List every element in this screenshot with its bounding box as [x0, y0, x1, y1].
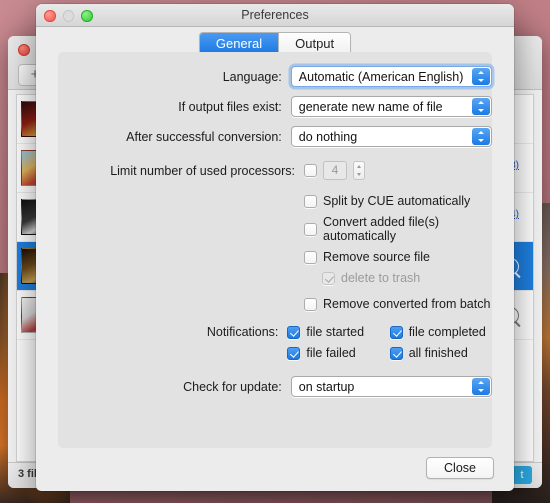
- general-settings-form: Language: Automatic (American English) I…: [58, 52, 492, 397]
- file-started-label: file started: [306, 325, 365, 339]
- language-label: Language:: [222, 69, 282, 84]
- after-successful-conversion-label: After successful conversion:: [126, 129, 282, 144]
- split-by-cue-label: Split by CUE automatically: [323, 194, 471, 208]
- language-select[interactable]: Automatic (American English): [290, 66, 492, 87]
- if-output-files-exist-row: If output files exist: generate new name…: [58, 96, 492, 117]
- preferences-dialog: Preferences General Output Language: Aut…: [36, 4, 514, 491]
- notification-all-finished[interactable]: all finished: [389, 346, 492, 360]
- chevron-updown-icon: [472, 378, 490, 395]
- chevron-updown-icon: [472, 128, 490, 145]
- notification-file-failed[interactable]: file failed: [287, 346, 389, 360]
- limit-processors-label: Limit number of used processors:: [110, 163, 295, 178]
- check-for-update-select[interactable]: on startup: [290, 376, 492, 397]
- option-split-by-cue[interactable]: Split by CUE automatically: [58, 194, 492, 208]
- file-completed-checkbox[interactable]: [389, 325, 403, 339]
- file-failed-checkbox[interactable]: [287, 346, 301, 360]
- after-successful-conversion-select[interactable]: do nothing: [290, 126, 492, 147]
- file-completed-label: file completed: [408, 325, 486, 339]
- option-convert-added-files[interactable]: Convert added file(s) automatically: [58, 215, 492, 243]
- page-title: Preferences: [241, 8, 309, 22]
- notifications-label: Notifications:: [206, 325, 279, 339]
- if-output-files-exist-value: generate new name of file: [298, 100, 443, 114]
- dialog-titlebar: Preferences: [36, 4, 514, 27]
- chevron-updown-icon: [472, 98, 490, 115]
- remove-source-file-checkbox[interactable]: [304, 250, 317, 264]
- notification-file-completed[interactable]: file completed: [389, 325, 492, 339]
- convert-added-files-checkbox[interactable]: [304, 222, 317, 236]
- file-failed-label: file failed: [306, 346, 356, 360]
- processors-count-field[interactable]: 4: [323, 161, 347, 180]
- check-for-update-row: Check for update: on startup: [58, 376, 492, 397]
- if-output-files-exist-label: If output files exist:: [178, 99, 282, 114]
- all-finished-label: all finished: [408, 346, 468, 360]
- screen: + 18) 14) 3 fil t: [0, 0, 550, 503]
- file-count-status: 3 fil: [18, 468, 37, 480]
- all-finished-checkbox[interactable]: [389, 346, 403, 360]
- notifications-row-2: file failed all finished: [58, 346, 492, 360]
- remove-converted-from-batch-label: Remove converted from batch: [323, 297, 491, 311]
- notification-file-started[interactable]: file started: [287, 325, 389, 339]
- check-for-update-value: on startup: [298, 380, 355, 394]
- close-button[interactable]: Close: [426, 457, 494, 479]
- delete-to-trash-label: delete to trash: [341, 271, 421, 285]
- background-window-close-button[interactable]: [18, 44, 30, 56]
- check-for-update-label: Check for update:: [183, 379, 282, 394]
- after-successful-conversion-value: do nothing: [298, 130, 358, 144]
- window-controls: [44, 10, 93, 22]
- zoom-window-button[interactable]: [81, 10, 93, 22]
- remove-source-file-label: Remove source file: [323, 250, 430, 264]
- after-successful-conversion-row: After successful conversion: do nothing: [58, 126, 492, 147]
- remove-converted-from-batch-checkbox[interactable]: [304, 297, 317, 311]
- file-started-checkbox[interactable]: [287, 325, 301, 339]
- limit-processors-row: Limit number of used processors: 4: [58, 161, 492, 180]
- if-output-files-exist-select[interactable]: generate new name of file: [290, 96, 492, 117]
- option-remove-source-file[interactable]: Remove source file: [58, 250, 492, 264]
- settings-panel: Language: Automatic (American English) I…: [58, 52, 492, 448]
- language-row: Language: Automatic (American English): [58, 66, 492, 87]
- language-value: Automatic (American English): [298, 70, 464, 84]
- limit-processors-checkbox[interactable]: [304, 164, 317, 177]
- minimize-window-button: [62, 10, 74, 22]
- convert-added-files-label: Convert added file(s) automatically: [323, 215, 440, 243]
- twitter-icon[interactable]: t: [512, 466, 532, 484]
- option-remove-converted-from-batch[interactable]: Remove converted from batch: [58, 297, 492, 311]
- notifications-row-1: Notifications: file started file complet…: [58, 325, 492, 339]
- option-delete-to-trash: delete to trash: [58, 271, 492, 285]
- processors-stepper[interactable]: [353, 161, 365, 180]
- delete-to-trash-checkbox: [322, 271, 335, 285]
- split-by-cue-checkbox[interactable]: [304, 194, 317, 208]
- close-window-button[interactable]: [44, 10, 56, 22]
- chevron-updown-icon: [472, 68, 490, 85]
